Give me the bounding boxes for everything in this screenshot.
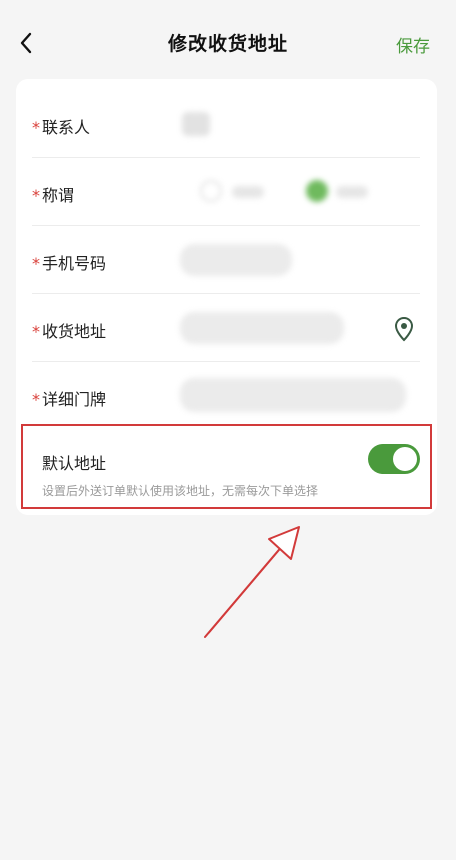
required-mark: * <box>32 322 40 341</box>
contact-name-row[interactable]: * 联系人 <box>32 90 420 158</box>
detailed-address-label: * 详细门牌 <box>32 390 107 409</box>
salutation-label: * 称谓 <box>32 186 75 205</box>
shipping-address-row[interactable]: * 收货地址 <box>32 294 420 362</box>
location-pin-icon[interactable] <box>392 316 416 342</box>
toggle-knob <box>393 447 417 471</box>
shipping-address-label: * 收货地址 <box>32 322 107 341</box>
salutation-option-2-text-redacted <box>336 186 368 198</box>
required-mark: * <box>32 186 40 205</box>
salutation-option-1-radio[interactable] <box>200 180 222 202</box>
save-button[interactable]: 保存 <box>396 32 430 57</box>
nav-bar: 修改收货地址 保存 <box>0 0 456 86</box>
salutation-option-1-text-redacted <box>232 186 264 198</box>
salutation-option-2-radio[interactable] <box>306 180 328 202</box>
salutation-row: * 称谓 <box>32 158 420 226</box>
shipping-address-value-redacted[interactable] <box>180 312 344 344</box>
required-mark: * <box>32 254 40 273</box>
detailed-address-value-redacted[interactable] <box>180 378 406 412</box>
phone-label: * 手机号码 <box>32 254 107 273</box>
default-address-section: 默认地址 设置后外送订单默认使用该地址，无需每次下单选择 <box>21 424 432 509</box>
default-address-toggle[interactable] <box>368 444 420 474</box>
contact-name-value-redacted[interactable] <box>182 112 210 136</box>
default-address-title: 默认地址 <box>42 454 107 473</box>
phone-row[interactable]: * 手机号码 <box>32 226 420 294</box>
required-mark: * <box>32 390 40 409</box>
detailed-address-row[interactable]: * 详细门牌 <box>32 362 420 430</box>
page-title: 修改收货地址 <box>167 33 288 55</box>
phone-value-redacted[interactable] <box>180 244 292 276</box>
default-address-description: 设置后外送订单默认使用该地址，无需每次下单选择 <box>42 484 319 498</box>
required-mark: * <box>32 118 40 137</box>
annotation-arrow-icon <box>204 526 300 638</box>
contact-name-label: * 联系人 <box>32 118 91 137</box>
